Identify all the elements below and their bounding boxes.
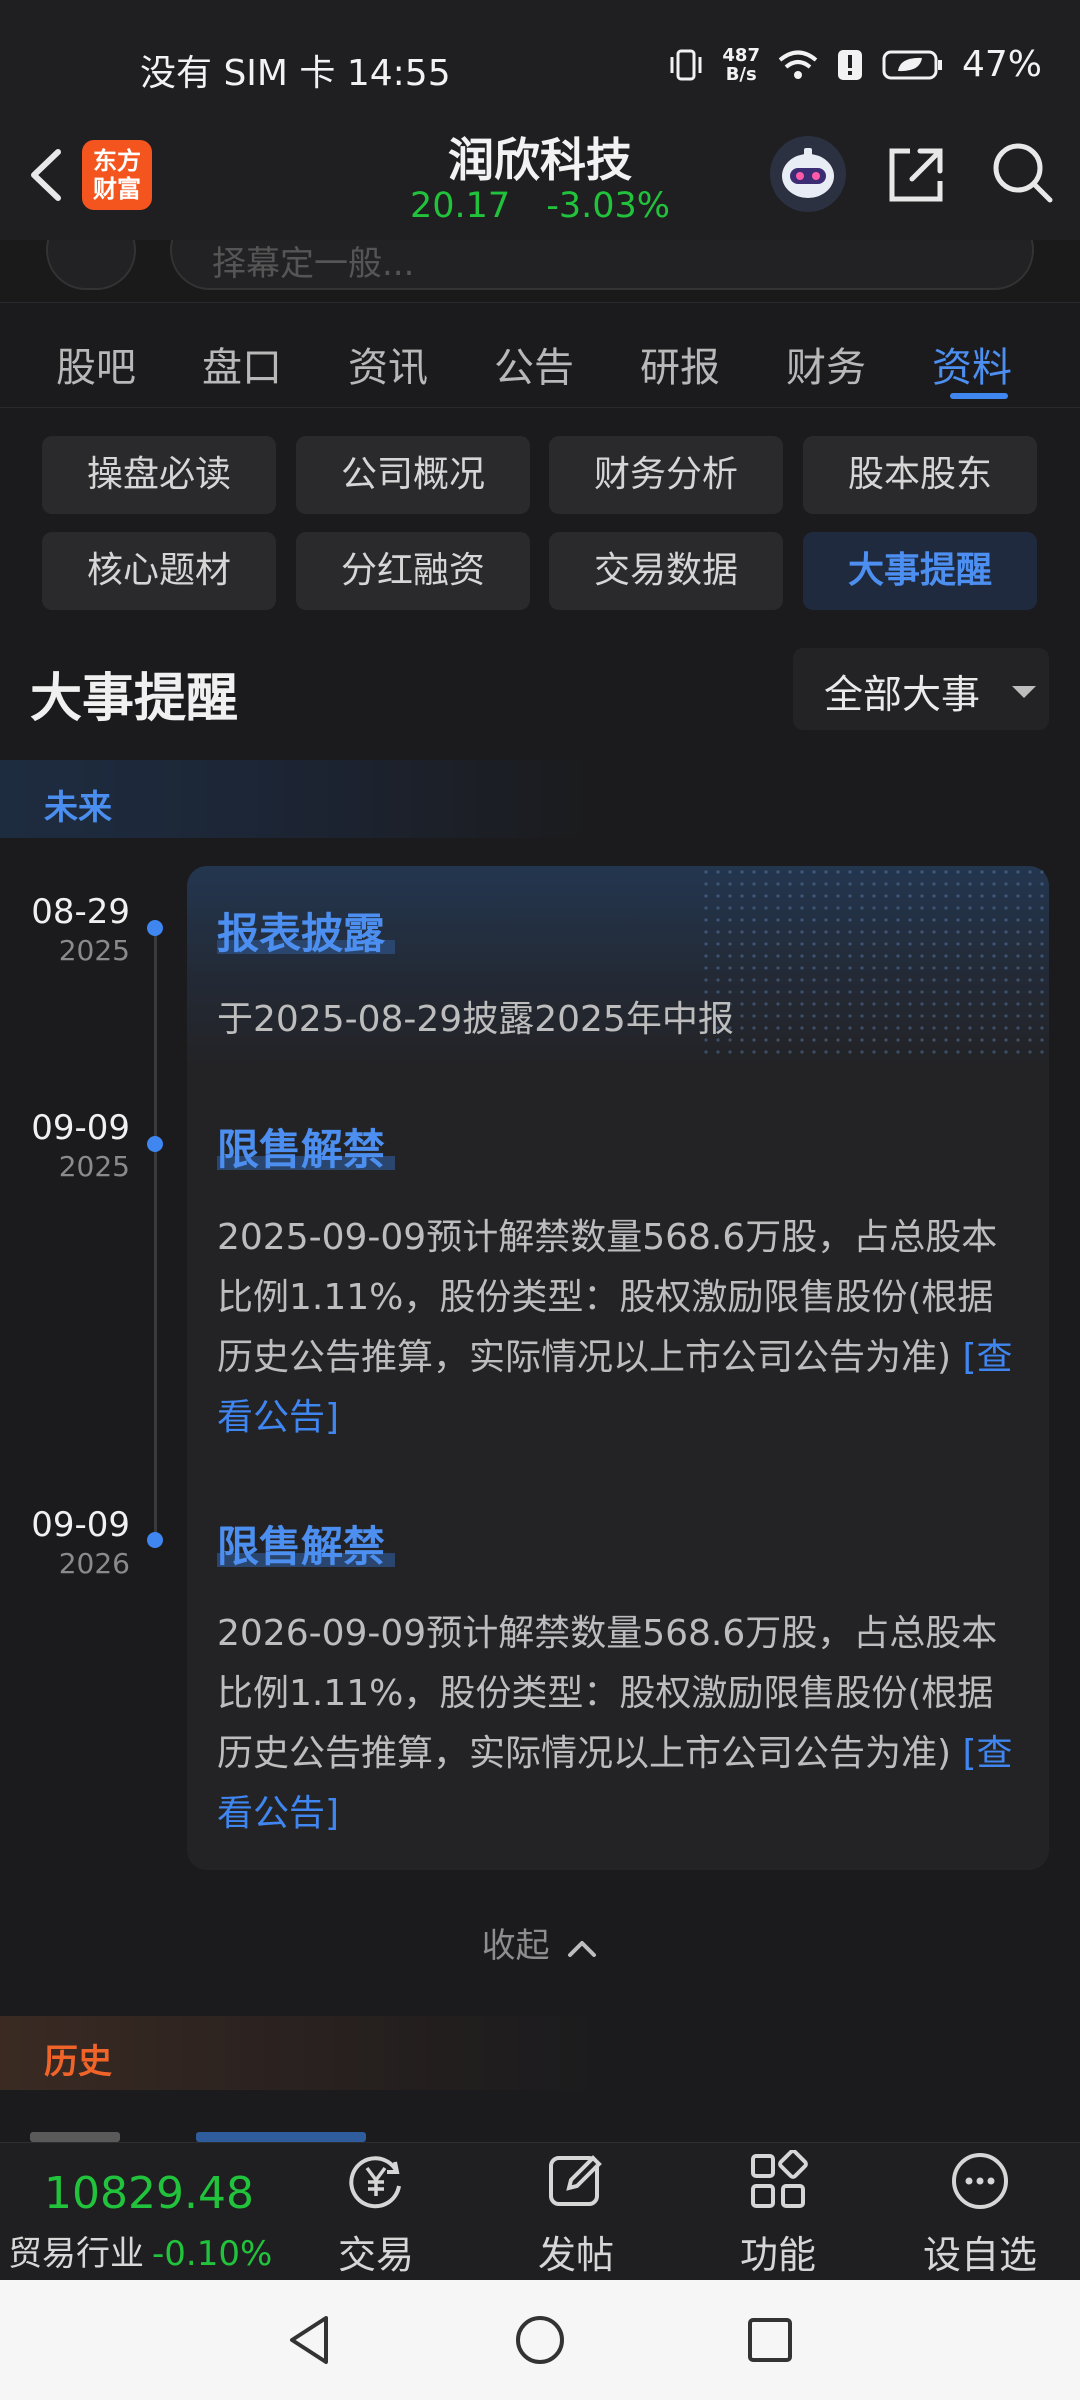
- status-carrier-time: 没有 SIM 卡 14:55: [140, 53, 451, 94]
- event-description: 2025-09-09预计解禁数量568.6万股，占总股本比例1.11%，股份类型…: [217, 1208, 1017, 1448]
- chip-core-themes[interactable]: 核心题材: [42, 532, 276, 610]
- event-year: 2025: [58, 1150, 130, 1183]
- more-dots-icon: [952, 2153, 1008, 2209]
- industry-name: 贸易行业: [8, 2234, 144, 2274]
- avatar-pill[interactable]: [46, 240, 136, 290]
- future-band: [0, 760, 1080, 838]
- chip-trading-data[interactable]: 交易数据: [549, 532, 783, 610]
- net-speed-unit: B/s: [725, 63, 757, 85]
- active-tab-indicator: [950, 393, 1008, 399]
- apps-grid-icon: [751, 2149, 808, 2208]
- post-input-placeholder: 择幕定一般...: [212, 244, 415, 284]
- post-input-pill[interactable]: 择幕定一般...: [170, 240, 1034, 290]
- timeline-dot: [147, 1532, 163, 1548]
- history-band: [0, 2016, 1080, 2090]
- tab-pankou[interactable]: 盘口: [202, 335, 282, 393]
- status-icons: 487 B/s 47%: [668, 44, 1042, 85]
- event-title[interactable]: 限售解禁: [217, 1116, 385, 1177]
- share-button[interactable]: [884, 143, 948, 207]
- robot-icon: [782, 148, 834, 198]
- collapse-label: 收起: [481, 1926, 550, 1966]
- peek-title: [196, 2132, 366, 2142]
- event-date: 08-29: [31, 892, 130, 932]
- yen-exchange-icon: [349, 2156, 401, 2209]
- chip-shareholders[interactable]: 股本股东: [803, 436, 1037, 514]
- chip-company-overview[interactable]: 公司概况: [296, 436, 530, 514]
- future-label: 未来: [44, 788, 112, 828]
- search-icon: [993, 143, 1053, 203]
- timeline-dot: [147, 1136, 163, 1152]
- chip-financial-analysis[interactable]: 财务分析: [549, 436, 783, 514]
- event-description-text: 2025-09-09预计解禁数量568.6万股，占总股本比例1.11%，股份类型…: [217, 1217, 998, 1378]
- add-watchlist-label: 设自选: [922, 2233, 1037, 2277]
- tab-research[interactable]: 研报: [640, 335, 720, 393]
- chevron-up-icon: [568, 1940, 597, 1957]
- wifi-icon: [778, 50, 818, 79]
- event-year: 2025: [58, 934, 130, 967]
- tab-news[interactable]: 资讯: [348, 335, 428, 393]
- industry-index-change: -0.10%: [152, 2234, 273, 2274]
- net-speed: 487 B/s: [722, 46, 760, 84]
- event-date: 09-09: [31, 1505, 130, 1545]
- event-title[interactable]: 报表披露: [217, 900, 385, 961]
- alert-icon: [837, 49, 862, 80]
- nav-back-icon[interactable]: [282, 2312, 338, 2368]
- peek-date: [30, 2132, 120, 2142]
- edit-icon: [549, 2155, 602, 2206]
- history-label: 历史: [44, 2042, 112, 2082]
- timeline-line: [154, 928, 157, 1542]
- collapse-button[interactable]: 收起: [0, 1918, 1080, 1967]
- event-date: 09-09: [31, 1108, 130, 1148]
- system-nav-bar: [0, 2280, 1080, 2400]
- tab-announcements[interactable]: 公告: [494, 335, 574, 393]
- main-tabs: 股吧 盘口 资讯 公告 研报 财务 资料: [0, 302, 1080, 408]
- stock-change: -3.03%: [546, 186, 671, 226]
- industry-index-label[interactable]: 贸易行业 -0.10%: [8, 2226, 272, 2275]
- caret-down-icon: [1012, 686, 1036, 698]
- nav-recents-icon[interactable]: [742, 2312, 798, 2368]
- assistant-robot-button[interactable]: [770, 136, 846, 212]
- share-icon: [889, 148, 943, 202]
- event-title[interactable]: 限售解禁: [217, 1513, 385, 1574]
- net-speed-value: 487: [722, 44, 760, 66]
- event-description: 2026-09-09预计解禁数量568.6万股，占总股本比例1.11%，股份类型…: [217, 1604, 1017, 1844]
- chip-major-events[interactable]: 大事提醒: [803, 532, 1037, 610]
- tab-profile[interactable]: 资料: [932, 335, 1012, 393]
- event-year: 2026: [58, 1547, 130, 1580]
- tab-guba[interactable]: 股吧: [56, 335, 136, 393]
- post-button[interactable]: 发帖: [506, 2150, 646, 2279]
- industry-index-value[interactable]: 10829.48: [44, 2168, 254, 2219]
- event-filter-label: 全部大事: [824, 673, 981, 718]
- battery-percent: 47%: [961, 44, 1042, 85]
- functions-button[interactable]: 功能: [708, 2149, 848, 2279]
- section-title: 大事提醒: [30, 669, 239, 729]
- search-button[interactable]: [990, 140, 1056, 206]
- chip-trading-guide[interactable]: 操盘必读: [42, 436, 276, 514]
- nav-home-icon[interactable]: [512, 2312, 568, 2368]
- event-description-text: 2026-09-09预计解禁数量568.6万股，占总股本比例1.11%，股份类型…: [217, 1613, 998, 1774]
- functions-label: 功能: [739, 2233, 816, 2277]
- event-description: 于2025-08-29披露2025年中报: [217, 999, 734, 1040]
- history-next-row-peek: [0, 2132, 1080, 2142]
- post-input-strip[interactable]: 择幕定一般...: [0, 240, 1080, 302]
- add-watchlist-button[interactable]: 设自选: [910, 2150, 1050, 2279]
- post-label: 发帖: [537, 2233, 614, 2277]
- trade-label: 交易: [337, 2233, 414, 2277]
- tab-finance[interactable]: 财务: [786, 335, 866, 393]
- vibrate-icon: [670, 49, 702, 80]
- timeline-dot: [147, 920, 163, 936]
- stock-price: 20.17: [409, 186, 511, 226]
- chip-dividends-financing[interactable]: 分红融资: [296, 532, 530, 610]
- trade-button[interactable]: 交易: [306, 2150, 446, 2279]
- battery-saver-icon: [882, 50, 942, 79]
